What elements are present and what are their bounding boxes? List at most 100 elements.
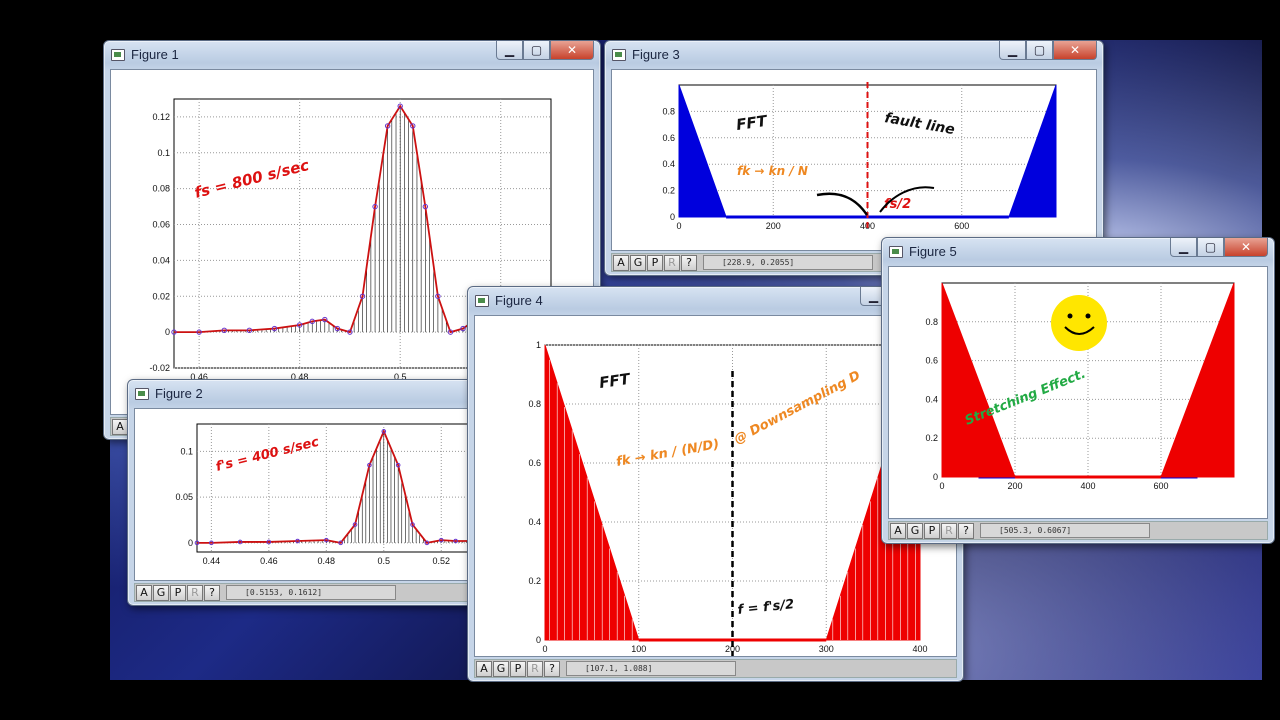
y-tick-label: 0.2: [528, 576, 541, 586]
y-tick-label: 0.8: [528, 399, 541, 409]
minimize-button[interactable]: ▁: [496, 41, 523, 60]
figure-5-plot: 0 200 400 6000.80.60.40.20Stretching Effect…: [925, 282, 1235, 491]
title-bar[interactable]: Figure 1 ▁ ▢ ✕: [104, 41, 600, 69]
y-tick-label: 0: [165, 327, 170, 337]
figure-icon: [889, 246, 903, 258]
reset-button[interactable]: R: [527, 660, 543, 677]
x-tick-label: 0: [676, 221, 681, 231]
pointer-coordinates: [505.3, 0.6067]: [980, 523, 1150, 538]
y-tick-label: 0: [933, 472, 938, 482]
pointer-coordinates: [107.1, 1.088]: [566, 661, 736, 676]
y-tick-label: 0.2: [925, 433, 938, 443]
axes-frame: [196, 423, 469, 553]
reset-button[interactable]: R: [664, 254, 680, 271]
maximize-button[interactable]: ▢: [523, 41, 550, 60]
figure-toolbar: A G P R ? [107.1, 1.088]: [474, 659, 957, 678]
window-title: Figure 1: [131, 47, 179, 62]
maximize-button[interactable]: ▢: [1197, 238, 1224, 257]
help-button[interactable]: ?: [544, 660, 560, 677]
y-tick-label: 0: [670, 212, 675, 222]
y-tick-label: 0: [536, 635, 541, 645]
y-tick-label: 0.6: [925, 356, 938, 366]
x-tick-label: 200: [766, 221, 781, 231]
axes-button[interactable]: A: [890, 522, 906, 539]
y-tick-label: -0.02: [149, 363, 170, 373]
y-tick-label: 0.6: [662, 133, 675, 143]
x-tick-label: 0.5: [378, 556, 391, 566]
figure-icon: [612, 49, 626, 61]
close-button[interactable]: ✕: [550, 41, 594, 60]
y-tick-label: 0.02: [152, 291, 170, 301]
x-tick-label: 0.44: [203, 556, 221, 566]
figure-2-plot: 0.44 0.46 0.48 0.5 0.520.10.050f's = 400 s/s…: [175, 423, 469, 566]
axes-button[interactable]: A: [112, 418, 128, 435]
axes-button[interactable]: A: [613, 254, 629, 271]
reset-button[interactable]: R: [187, 584, 203, 601]
help-button[interactable]: ?: [958, 522, 974, 539]
y-tick-label: 0.2: [662, 186, 675, 196]
figure-toolbar: A G P R ? [0.5153, 0.1612]: [134, 583, 470, 602]
x-tick-label: 0: [939, 481, 944, 491]
x-tick-label: 0.48: [318, 556, 336, 566]
axes-button[interactable]: A: [136, 584, 152, 601]
half-rate-annotation: fs/2: [884, 197, 911, 212]
x-tick-label: 400: [912, 644, 927, 654]
plot-area[interactable]: 02004006000.80.60.40.20FFTfk → kn / Nfau…: [611, 69, 1097, 251]
window-title: Figure 4: [495, 293, 543, 308]
x-tick-label: 600: [1153, 481, 1168, 491]
print-button[interactable]: P: [924, 522, 940, 539]
formula-annotation: fk → kn / N: [737, 164, 808, 178]
y-tick-label: 0.04: [152, 255, 170, 265]
x-tick-label: 200: [1007, 481, 1022, 491]
grid-button[interactable]: G: [493, 660, 509, 677]
x-tick-label: 400: [1080, 481, 1095, 491]
title-bar[interactable]: Figure 5 ▁ ▢ ✕: [882, 238, 1274, 266]
smiley-eye-icon: [1085, 313, 1091, 319]
help-button[interactable]: ?: [204, 584, 220, 601]
y-tick-label: 0.06: [152, 220, 170, 230]
title-bar[interactable]: Figure 3 ▁ ▢ ✕: [605, 41, 1103, 69]
reset-button[interactable]: R: [941, 522, 957, 539]
window-title: Figure 2: [155, 386, 203, 401]
plot-area[interactable]: 0 200 400 600 0.8 0.6 0.4 0.2 0 Stretching Effect…: [888, 266, 1268, 519]
y-tick-label: 0.08: [152, 184, 170, 194]
grid-button[interactable]: G: [907, 522, 923, 539]
x-tick-label: 600: [954, 221, 969, 231]
print-button[interactable]: P: [647, 254, 663, 271]
y-tick-label: 0.4: [662, 159, 675, 169]
y-tick-label: 0.8: [662, 106, 675, 116]
plot-area[interactable]: 0.44 0.46 0.48 0.5 0.52 0.1 0.05 0 f's = 400 s/s…: [134, 408, 470, 581]
smiley-eye-icon: [1067, 313, 1073, 319]
print-button[interactable]: P: [510, 660, 526, 677]
grid-button[interactable]: G: [630, 254, 646, 271]
axes-button[interactable]: A: [476, 660, 492, 677]
y-tick-label: 0.1: [157, 148, 170, 158]
y-tick-label: 0.6: [528, 458, 541, 468]
x-tick-label: 300: [819, 644, 834, 654]
y-tick-label: 0: [188, 538, 193, 548]
pointer-coordinates: [0.5153, 0.1612]: [226, 585, 396, 600]
window-title: Figure 3: [632, 47, 680, 62]
y-tick-label: 0.4: [528, 517, 541, 527]
minimize-button[interactable]: ▁: [1170, 238, 1197, 257]
maximize-button[interactable]: ▢: [1026, 41, 1053, 60]
close-button[interactable]: ✕: [1053, 41, 1097, 60]
x-tick-label: 0.46: [260, 556, 278, 566]
x-tick-label: 0.52: [432, 556, 450, 566]
figure-5-window[interactable]: Figure 5 ▁ ▢ ✕ 0 200 400 600 0.8 0.6 0.4 0.2 0 St…: [881, 237, 1275, 544]
title-bar[interactable]: Figure 2: [128, 380, 476, 408]
figure-toolbar: A G P R ? [505.3, 0.6067]: [888, 521, 1268, 540]
y-tick-label: 0.1: [180, 446, 193, 456]
help-button[interactable]: ?: [681, 254, 697, 271]
window-title: Figure 5: [909, 244, 957, 259]
smiley-face-icon: [1051, 295, 1107, 351]
close-button[interactable]: ✕: [1224, 238, 1268, 257]
print-button[interactable]: P: [170, 584, 186, 601]
grid-button[interactable]: G: [153, 584, 169, 601]
figure-icon: [475, 295, 489, 307]
x-tick-label: 0: [542, 644, 547, 654]
minimize-button[interactable]: ▁: [999, 41, 1026, 60]
figure-icon: [111, 49, 125, 61]
figure-2-window[interactable]: Figure 2 0.44 0.46 0.48 0.5 0.52 0.1 0.05 0 f's …: [127, 379, 477, 606]
x-tick-label: 100: [631, 644, 646, 654]
